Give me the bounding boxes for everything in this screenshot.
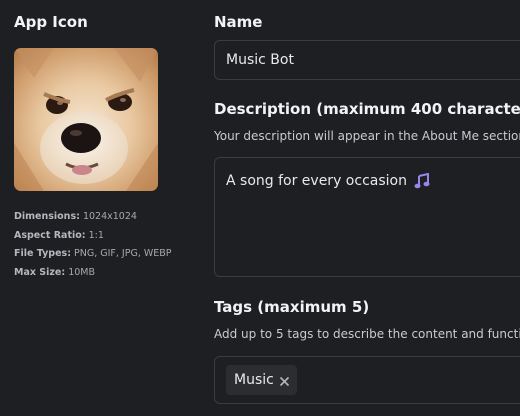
meta-max-size: Max Size: 10MB [14,266,96,278]
name-title: Name [214,13,263,31]
description-hint: Your description will appear in the Abou… [214,129,520,143]
tag-chip-music: Music [226,365,297,395]
app-settings-page: App Icon Dimensions: 1024x1024 Aspect Ra… [0,0,520,416]
tag-chip-label: Music [234,372,274,388]
tags-title: Tags (maximum 5) [214,298,370,316]
app-icon-title: App Icon [14,13,88,31]
musical-notes-icon [414,172,430,189]
description-textarea[interactable]: A song for every occasion [214,157,520,277]
tags-hint: Add up to 5 tags to describe the content… [214,327,520,341]
description-title: Description (maximum 400 characters) [214,100,520,118]
description-value: A song for every occasion [226,173,407,189]
meta-file-types: File Types: PNG, GIF, JPG, WEBP [14,248,172,259]
remove-tag-close-icon[interactable] [279,375,290,386]
name-input-value: Music Bot [226,52,294,68]
app-icon-requirements: Dimensions: 1024x1024 Aspect Ratio: 1:1 … [14,208,204,282]
name-input[interactable]: Music Bot [214,40,520,80]
app-icon-image[interactable] [14,48,158,191]
tags-input[interactable]: Music [214,356,520,404]
meta-dimensions: Dimensions: 1024x1024 [14,211,137,222]
meta-aspect-ratio: Aspect Ratio: 1:1 [14,229,104,241]
dog-avatar-illustration [14,48,158,191]
description-value-line: A song for every occasion [226,172,430,189]
